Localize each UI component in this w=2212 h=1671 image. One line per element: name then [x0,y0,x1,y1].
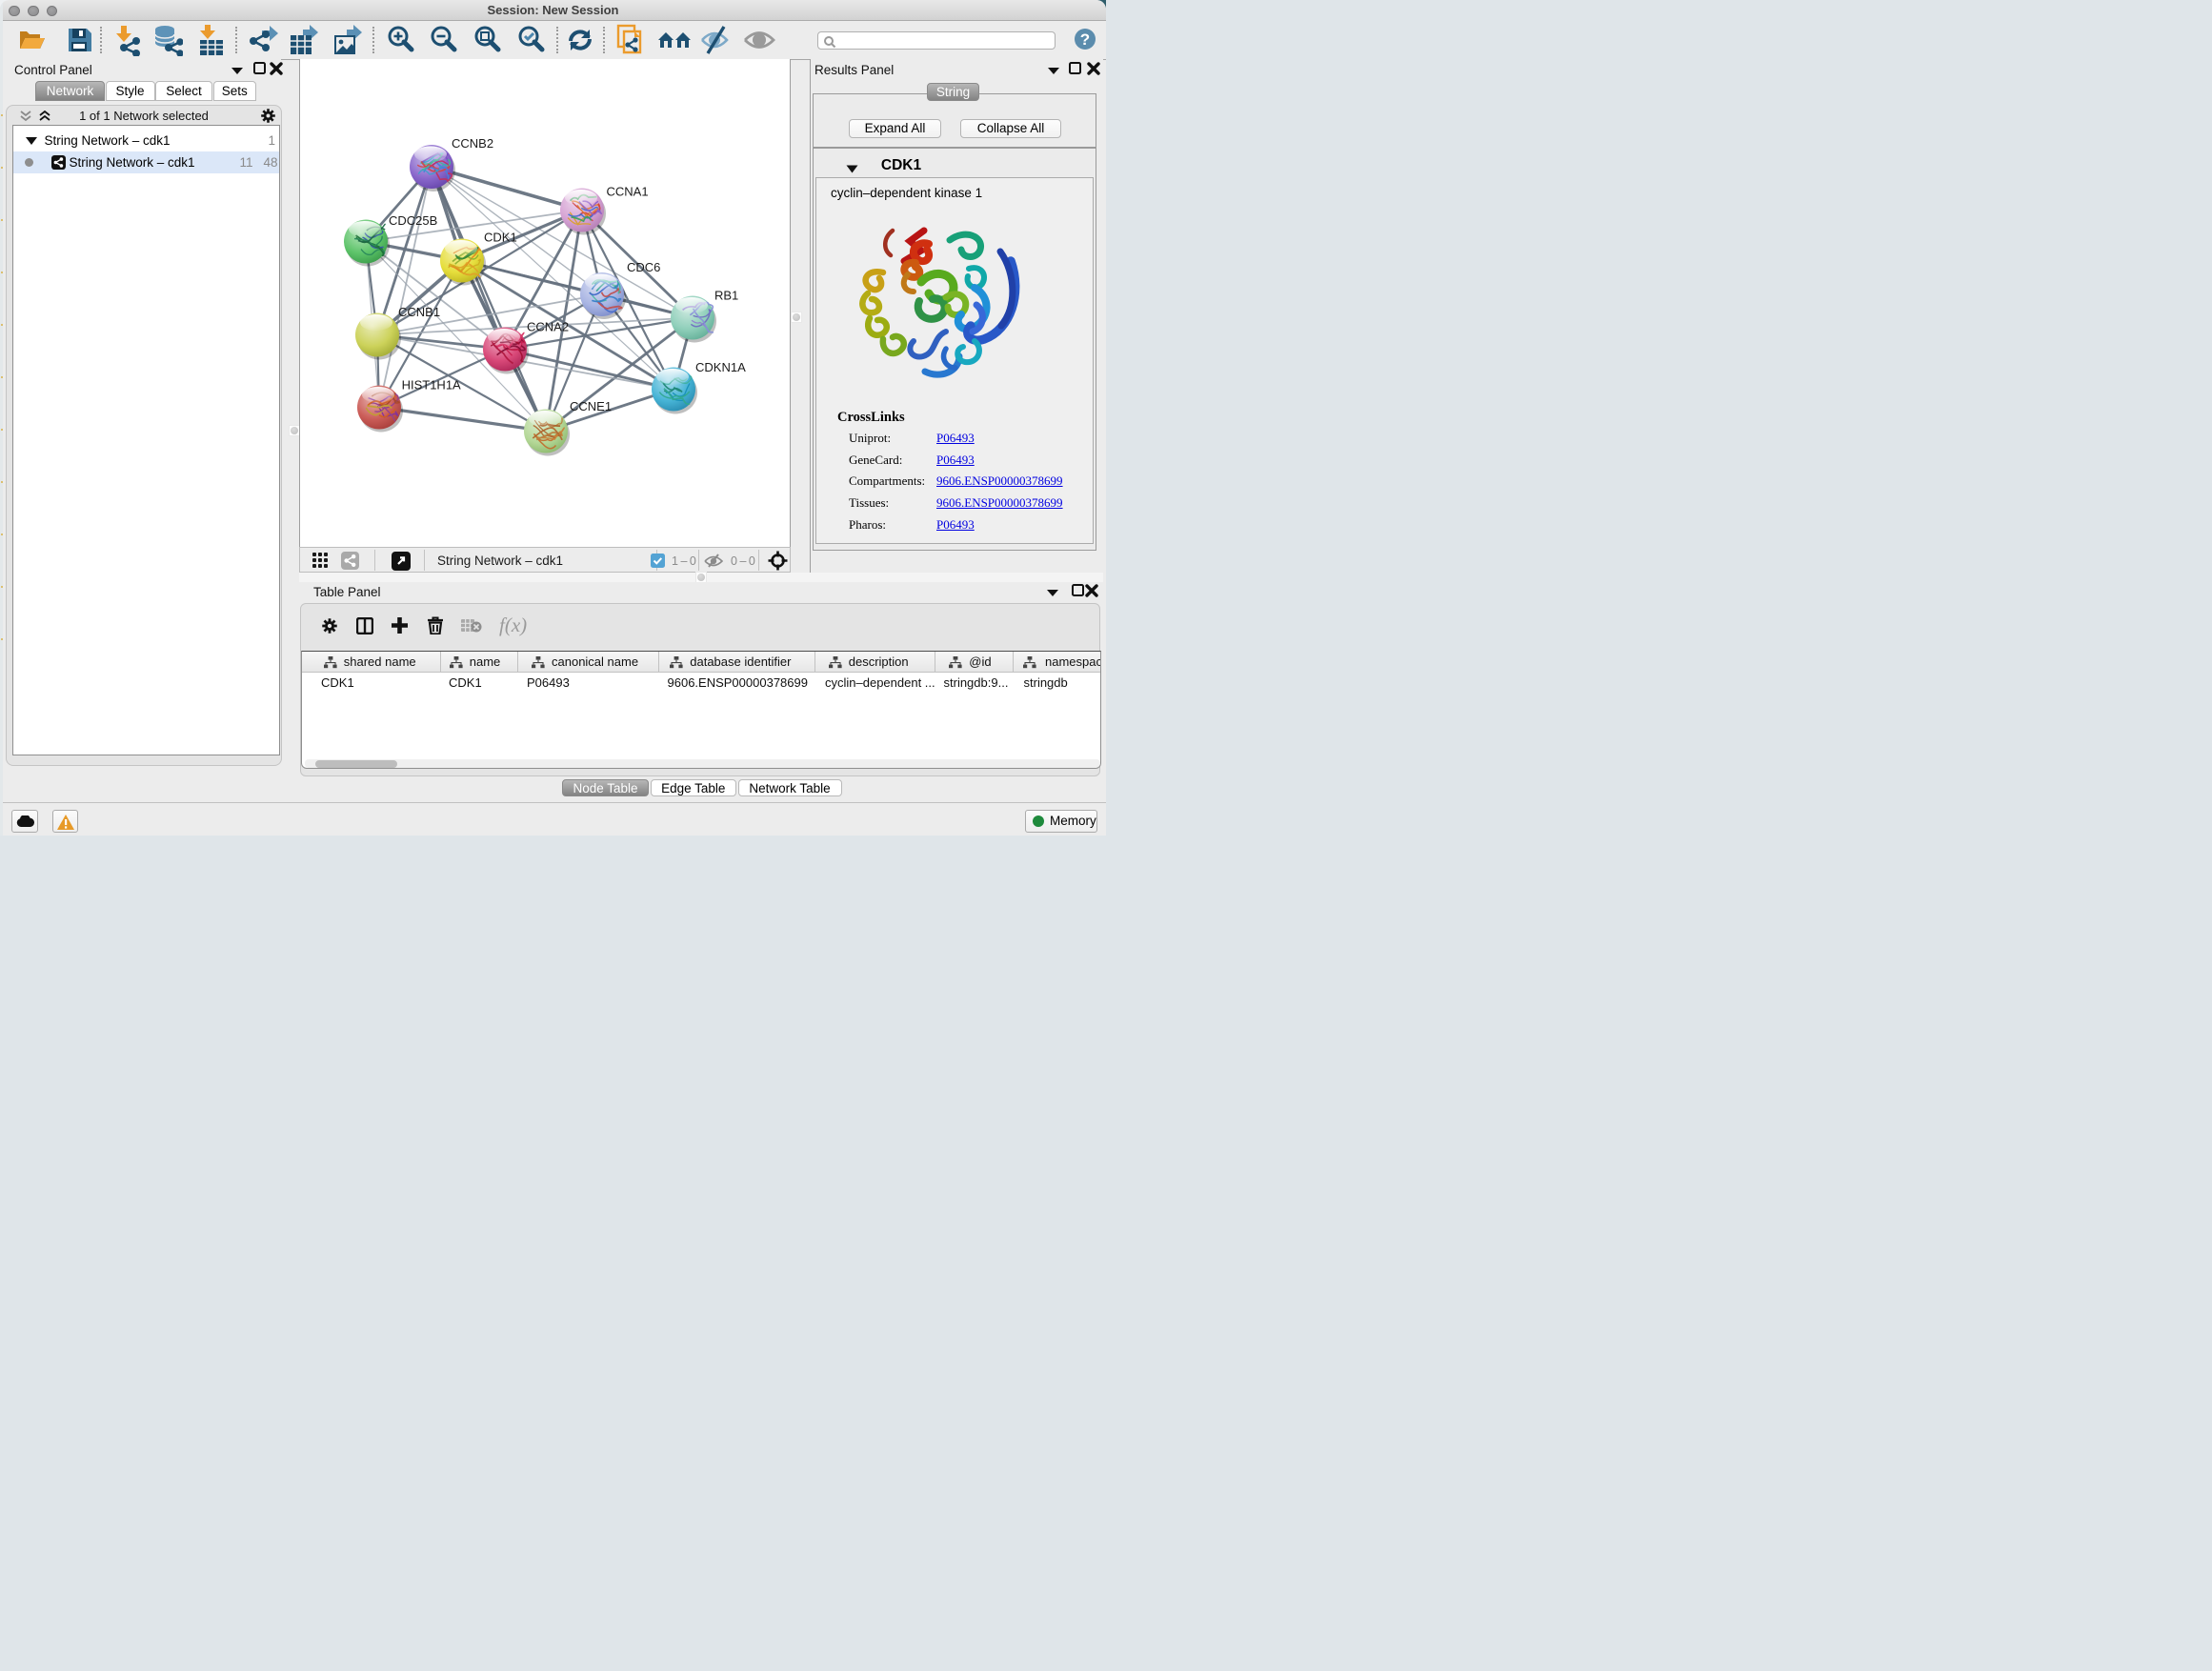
svg-text:CCNE1: CCNE1 [570,399,612,413]
svg-text:CCNA1: CCNA1 [607,185,649,199]
svg-text:CCNB2: CCNB2 [452,136,493,151]
svg-text:RB1: RB1 [714,289,738,303]
svg-text:CDKN1A: CDKN1A [695,360,746,374]
svg-text:?: ? [1080,30,1090,49]
svg-text:HIST1H1A: HIST1H1A [402,378,461,393]
svg-text:CDC25B: CDC25B [389,213,437,228]
svg-text:CDC6: CDC6 [627,260,660,274]
svg-text:CDK1: CDK1 [484,230,517,244]
svg-text:CCNA2: CCNA2 [527,320,569,334]
svg-text:CCNB1: CCNB1 [398,305,440,319]
